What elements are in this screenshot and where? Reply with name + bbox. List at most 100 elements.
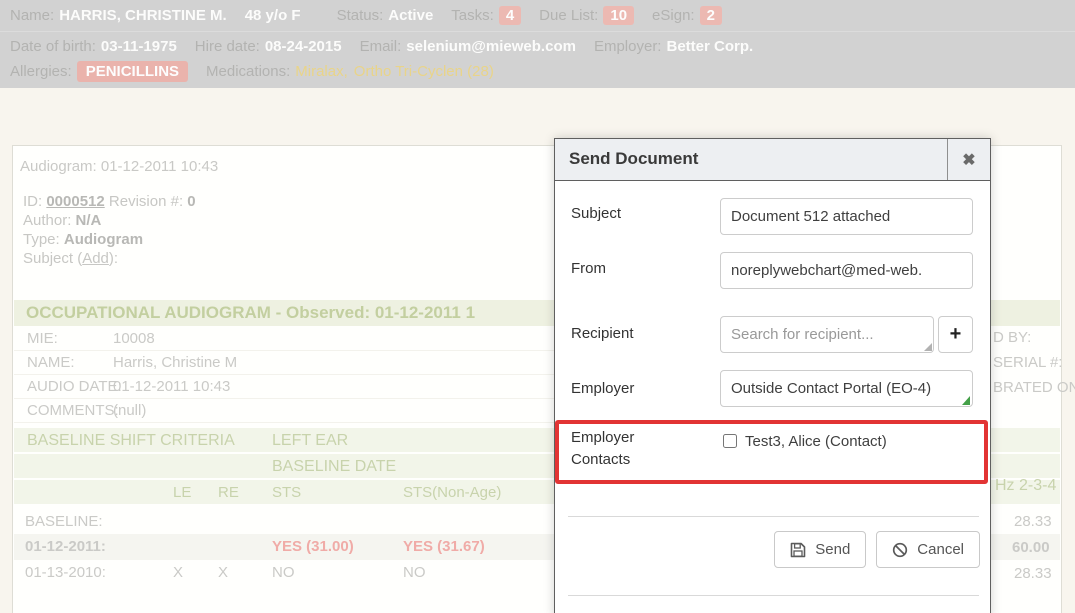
plus-icon: +: [950, 323, 962, 346]
resize-grip-icon: [924, 343, 932, 351]
info-label: MIE:: [27, 327, 58, 351]
criteria-left-ear-label: LEFT EAR: [272, 432, 348, 450]
send-document-modal: Send Document ✖ Subject From Recipient +…: [554, 138, 991, 613]
email-label: Email:: [360, 38, 402, 55]
esign-count-badge[interactable]: 2: [700, 6, 722, 25]
close-button[interactable]: ✖: [947, 139, 990, 180]
audiogram-section-title: OCCUPATIONAL AUDIOGRAM - Observed: 01-12…: [26, 303, 475, 323]
hire-date-label: Hire date:: [195, 38, 260, 55]
ban-icon: [892, 542, 908, 558]
id-label: ID:: [23, 193, 42, 210]
info-value: 01-12-2011 10:43: [113, 375, 230, 399]
table-row: MIE: 10008: [14, 327, 554, 351]
sts-value: NO: [272, 564, 295, 581]
serial-fragment: SERIAL #:: [993, 354, 1062, 371]
avg-value: 28.33: [1014, 565, 1052, 582]
document-meta: ID: 0000512 Revision #: 0 Author: N/A Ty…: [23, 192, 196, 268]
employer-contacts-label-line1: Employer: [571, 429, 634, 446]
recipient-field-label: Recipient: [571, 325, 634, 342]
document-id-line: ID: 0000512 Revision #: 0: [23, 192, 196, 211]
info-value: Harris, Christine M: [113, 351, 237, 375]
subject-prefix: Subject (: [23, 250, 82, 267]
sts-value: YES (31.00): [272, 538, 354, 555]
subject-suffix: ):: [109, 250, 118, 267]
modal-divider: [568, 595, 979, 596]
sts-nonage-value: YES (31.67): [403, 538, 485, 555]
medications-label: Medications:: [206, 63, 290, 80]
calibrated-fragment: BRATED ON: [993, 379, 1075, 396]
type-value: Audiogram: [64, 231, 143, 248]
from-input[interactable]: [720, 252, 973, 289]
email-value: selenium@mieweb.com: [406, 38, 576, 55]
patient-age-sex: 48 y/o F: [245, 7, 301, 24]
info-value: (null): [113, 399, 146, 423]
banner-divider: [0, 31, 1075, 32]
send-button-label: Send: [815, 541, 850, 558]
tasks-label: Tasks:: [451, 7, 494, 24]
re-value: X: [218, 564, 228, 581]
employer-label: Employer:: [594, 38, 662, 55]
modal-header: Send Document ✖: [555, 139, 990, 181]
column-le: LE: [173, 484, 191, 501]
modal-divider: [568, 516, 979, 517]
recipient-search-input[interactable]: [720, 316, 934, 353]
tested-by-fragment: D BY:: [993, 329, 1031, 346]
due-list-count-badge[interactable]: 10: [603, 6, 634, 25]
hire-date-value: 08-24-2015: [265, 38, 342, 55]
document-subject-line: Subject (Add):: [23, 249, 196, 268]
contact-checkbox-label[interactable]: Test3, Alice (Contact): [745, 433, 887, 450]
hz-header-fragment: Hz 2-3-4: [995, 477, 1056, 495]
column-sts-nonage: STS(Non-Age): [403, 484, 501, 501]
author-label: Author:: [23, 212, 71, 229]
criteria-title: BASELINE SHIFT CRITERIA: [27, 432, 235, 450]
subject-add-link[interactable]: Add: [82, 250, 109, 267]
column-re: RE: [218, 484, 239, 501]
author-value: N/A: [76, 212, 102, 229]
info-label: NAME:: [27, 351, 75, 375]
modal-button-row: Send Cancel: [774, 531, 980, 568]
close-icon: ✖: [962, 150, 975, 170]
cancel-button[interactable]: Cancel: [876, 531, 980, 568]
patient-banner-row-2: Date of birth: 03-11-1975 Hire date: 08-…: [10, 38, 753, 55]
subject-input[interactable]: [720, 198, 973, 235]
name-label: Name:: [10, 7, 54, 24]
employer-contacts-label-line2: Contacts: [571, 451, 630, 468]
tasks-count-badge[interactable]: 4: [499, 6, 521, 25]
revision-value: 0: [187, 193, 195, 210]
patient-name: HARRIS, CHRISTINE M.: [59, 7, 227, 24]
sts-nonage-value: NO: [403, 564, 426, 581]
save-disk-icon: [790, 542, 806, 558]
avg-value: 60.00: [1012, 539, 1050, 556]
employer-select[interactable]: Outside Contact Portal (EO-4): [720, 370, 973, 407]
medication-link-ortho[interactable]: Ortho Tri-Cyclen (28): [354, 63, 494, 80]
type-label: Type:: [23, 231, 60, 248]
row-label: 01-13-2010:: [25, 564, 106, 581]
info-value: 10008: [113, 327, 155, 351]
select-resize-grip-icon: [962, 396, 970, 405]
allergy-badge[interactable]: PENICILLINS: [77, 61, 188, 82]
avg-value: 28.33: [1014, 513, 1052, 530]
info-label: COMMENTS:: [27, 399, 119, 423]
send-button[interactable]: Send: [774, 531, 866, 568]
cancel-button-label: Cancel: [917, 541, 964, 558]
row-label: BASELINE:: [25, 513, 103, 530]
info-label: AUDIO DATE:: [27, 375, 122, 399]
add-recipient-button[interactable]: +: [938, 316, 973, 353]
esign-label: eSign:: [652, 7, 695, 24]
due-list-label: Due List:: [539, 7, 598, 24]
status-value: Active: [388, 7, 433, 24]
column-sts: STS: [272, 484, 301, 501]
document-id-link[interactable]: 0000512: [46, 193, 104, 210]
document-title: Audiogram: 01-12-2011 10:43: [20, 158, 218, 175]
patient-banner-row-1: Name: HARRIS, CHRISTINE M. 48 y/o F Stat…: [10, 6, 722, 25]
table-row: AUDIO DATE: 01-12-2011 10:43: [14, 375, 554, 399]
contact-checkbox[interactable]: [723, 434, 737, 448]
subject-field-label: Subject: [571, 205, 621, 222]
document-type-line: Type: Audiogram: [23, 230, 196, 249]
employer-field-label: Employer: [571, 380, 634, 397]
dob-value: 03-11-1975: [101, 38, 177, 55]
from-field-label: From: [571, 260, 606, 277]
status-label: Status:: [337, 7, 384, 24]
medication-link-miralax[interactable]: Miralax,: [295, 63, 348, 80]
revision-label: Revision #:: [109, 193, 183, 210]
